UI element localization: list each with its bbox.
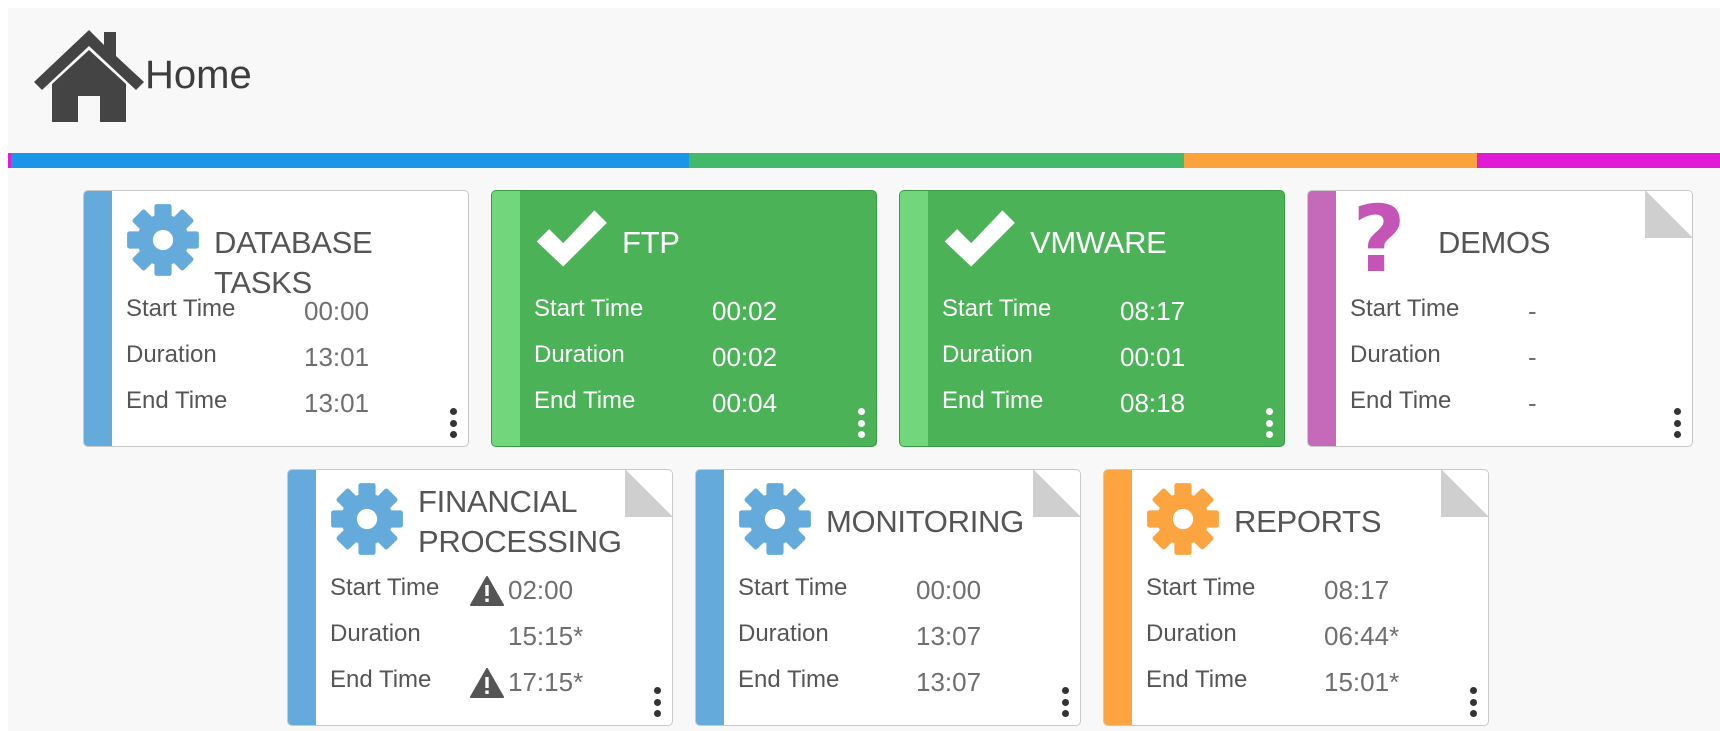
card-title-line-1: FINANCIAL [418, 484, 578, 519]
card-menu-button[interactable] [1672, 408, 1682, 438]
question-icon: ? [1352, 190, 1406, 293]
start-time-value: 00:00 [304, 296, 370, 326]
start-time-label: Start Time [534, 295, 644, 322]
duration-value: - [1528, 342, 1537, 372]
duration-label: Duration [1350, 341, 1441, 368]
start-time-value: 08:17 [1120, 296, 1186, 326]
card-menu-button[interactable] [448, 408, 458, 438]
start-time-label: Start Time [942, 295, 1052, 322]
status-stripe [900, 191, 928, 446]
duration-label: Duration [1146, 620, 1237, 647]
duration-label: Duration [738, 620, 829, 647]
page-header: Home [8, 8, 1720, 152]
job-card-reports[interactable]: REPORTS Start Time 08:17 Duration 06:44*… [1103, 469, 1489, 726]
end-time-label: End Time [534, 387, 636, 414]
warning-icon [470, 668, 504, 698]
gear-icon [328, 480, 406, 558]
gear-icon [124, 201, 202, 279]
end-time-label: End Time [126, 387, 228, 414]
start-time-value: 00:02 [712, 296, 778, 326]
status-summary-bar [8, 153, 1720, 168]
duration-label: Duration [534, 341, 625, 368]
end-time-label: End Time [1146, 666, 1248, 693]
end-time-label: End Time [942, 387, 1044, 414]
duration-value: 13:07 [916, 621, 982, 651]
job-card-financial-processing[interactable]: FINANCIAL PROCESSING Start Time 02:00 Du… [287, 469, 673, 726]
start-time-label: Start Time [1146, 574, 1256, 601]
end-time-label: End Time [738, 666, 840, 693]
card-title: VMWARE [1030, 225, 1167, 260]
status-stripe [492, 191, 520, 446]
status-bar-segment [1184, 153, 1477, 168]
start-time-label: Start Time [738, 574, 848, 601]
job-card-database-tasks[interactable]: DATABASE TASKS Start Time 00:00 Duration… [83, 190, 469, 447]
end-time-value: 17:15* [508, 667, 584, 697]
duration-value: 13:01 [304, 342, 370, 372]
status-bar-segment [689, 153, 1185, 168]
duration-value: 00:01 [1120, 342, 1186, 372]
duration-value: 15:15* [508, 621, 584, 651]
end-time-label: End Time [330, 666, 432, 693]
job-card-vmware[interactable]: VMWARE Start Time 08:17 Duration 00:01 E… [899, 190, 1285, 447]
card-menu-button[interactable] [1468, 687, 1478, 717]
start-time-value: 00:00 [916, 575, 982, 605]
duration-value: 00:02 [712, 342, 778, 372]
card-title: DEMOS [1438, 225, 1551, 260]
card-title: DATABASE TASKS [214, 225, 373, 300]
page-title: Home [145, 53, 252, 97]
home-page: Home DATABASE TASKS Start Time 00:00 Dur… [8, 8, 1720, 731]
end-time-value: 15:01* [1324, 667, 1400, 697]
status-bar-segment [1476, 153, 1720, 168]
card-menu-button[interactable] [1060, 687, 1070, 717]
card-title: REPORTS [1234, 504, 1382, 539]
end-time-value: 08:18 [1120, 388, 1186, 418]
start-time-label: Start Time [330, 574, 440, 601]
card-menu-button[interactable] [856, 408, 866, 438]
start-time-label: Start Time [1350, 295, 1460, 322]
end-time-value: - [1528, 388, 1537, 418]
gear-icon [736, 480, 814, 558]
gear-icon [1144, 480, 1222, 558]
start-time-value: 08:17 [1324, 575, 1390, 605]
end-time-value: 13:01 [304, 388, 370, 418]
job-card-ftp[interactable]: FTP Start Time 00:02 Duration 00:02 End … [491, 190, 877, 447]
duration-value: 06:44* [1324, 621, 1400, 651]
card-title: FINANCIAL PROCESSING [418, 482, 666, 562]
end-time-value: 13:07 [916, 667, 982, 697]
duration-label: Duration [942, 341, 1033, 368]
status-stripe [1308, 191, 1336, 446]
end-time-label: End Time [1350, 387, 1452, 414]
status-stripe [1104, 470, 1132, 725]
checkmark-icon [532, 201, 610, 279]
card-menu-button[interactable] [652, 687, 662, 717]
status-stripe [84, 191, 112, 446]
end-time-value: 00:04 [712, 388, 778, 418]
home-icon[interactable] [30, 26, 148, 126]
card-title-line-2: PROCESSING [418, 524, 622, 559]
checkmark-icon [940, 201, 1018, 279]
card-title: FTP [622, 225, 680, 260]
status-bar-segment [11, 153, 690, 168]
status-stripe [288, 470, 316, 725]
duration-label: Duration [126, 341, 217, 368]
job-card-monitoring[interactable]: MONITORING Start Time 00:00 Duration 13:… [695, 469, 1081, 726]
start-time-value: 02:00 [508, 575, 574, 605]
start-time-value: - [1528, 296, 1537, 326]
status-stripe [696, 470, 724, 725]
job-card-demos[interactable]: ? DEMOS Start Time - Duration - End Time… [1307, 190, 1693, 447]
card-title: MONITORING [826, 504, 1024, 539]
warning-icon [470, 576, 504, 606]
card-menu-button[interactable] [1264, 408, 1274, 438]
start-time-label: Start Time [126, 295, 236, 322]
duration-label: Duration [330, 620, 421, 647]
